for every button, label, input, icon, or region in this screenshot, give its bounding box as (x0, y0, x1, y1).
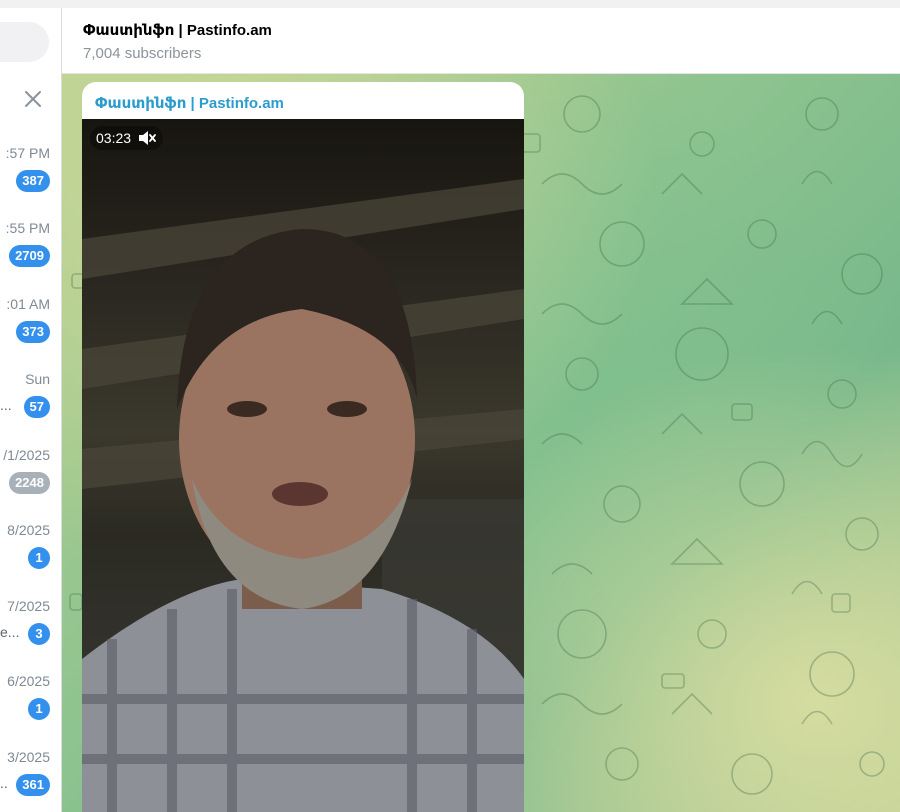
unread-badge: 1 (28, 547, 50, 569)
video-duration: 03:23 (96, 130, 132, 146)
chat-list-item[interactable]: :55 PM 2709 (0, 220, 61, 290)
window-top-strip (0, 0, 900, 8)
muted-speaker-icon[interactable] (137, 129, 157, 147)
unread-badge: 1 (28, 698, 50, 720)
unread-badge: 3 (28, 623, 50, 645)
video-info: 03:23 (90, 126, 164, 150)
unread-badge: 57 (23, 396, 50, 418)
chat-snippet: .. (0, 775, 8, 791)
chat-snippet: ... (0, 397, 12, 413)
chat-list-item[interactable]: 7/2025 e... 3 (0, 598, 61, 668)
unread-badge: 2709 (9, 245, 50, 267)
message-bubble[interactable]: Փաստինֆո | Pastinfo.am 03:23 (82, 82, 524, 812)
chat-time: /1/2025 (3, 447, 50, 463)
chat-list-item[interactable]: 8/2025 1 (0, 522, 61, 592)
video-frame (82, 179, 524, 812)
chat-list-item[interactable]: :01 AM 373 (0, 296, 61, 366)
close-icon[interactable] (22, 88, 44, 110)
chat-list-sidebar: :57 PM 387 :55 PM 2709 :01 AM 373 Sun ..… (0, 8, 62, 812)
chat-time: 6/2025 (7, 673, 50, 689)
unread-badge: 387 (16, 170, 50, 192)
chat-list-item[interactable]: /1/2025 2248 (0, 447, 61, 517)
chat-snippet: e... (0, 624, 20, 640)
chat-list-item[interactable]: 3/2025 .. 361 (0, 749, 61, 812)
message-author[interactable]: Փաստինֆո | Pastinfo.am (95, 94, 284, 112)
chat-header[interactable]: Փաստինֆո | Pastinfo.am 7,004 subscribers (62, 8, 900, 74)
unread-badge-muted: 2248 (9, 472, 50, 494)
chat-list-item[interactable]: 6/2025 1 (0, 673, 61, 743)
channel-title: Փաստինֆո | Pastinfo.am (83, 22, 272, 39)
chat-time: :55 PM (5, 220, 50, 236)
unread-badge: 361 (16, 774, 50, 796)
chat-time: 7/2025 (7, 598, 50, 614)
chat-time: 8/2025 (7, 522, 50, 538)
subscriber-count: 7,004 subscribers (83, 45, 202, 62)
chat-time: 3/2025 (7, 749, 50, 765)
chat-time: :01 AM (6, 296, 50, 312)
search-input[interactable] (0, 22, 49, 62)
chat-list-item[interactable]: :57 PM 387 (0, 145, 61, 215)
chat-list-item[interactable]: Sun ... 57 (0, 371, 61, 441)
video-player[interactable]: 03:23 (82, 119, 524, 812)
unread-badge: 373 (16, 321, 50, 343)
chat-time: Sun (25, 371, 50, 387)
chat-time: :57 PM (5, 145, 50, 161)
